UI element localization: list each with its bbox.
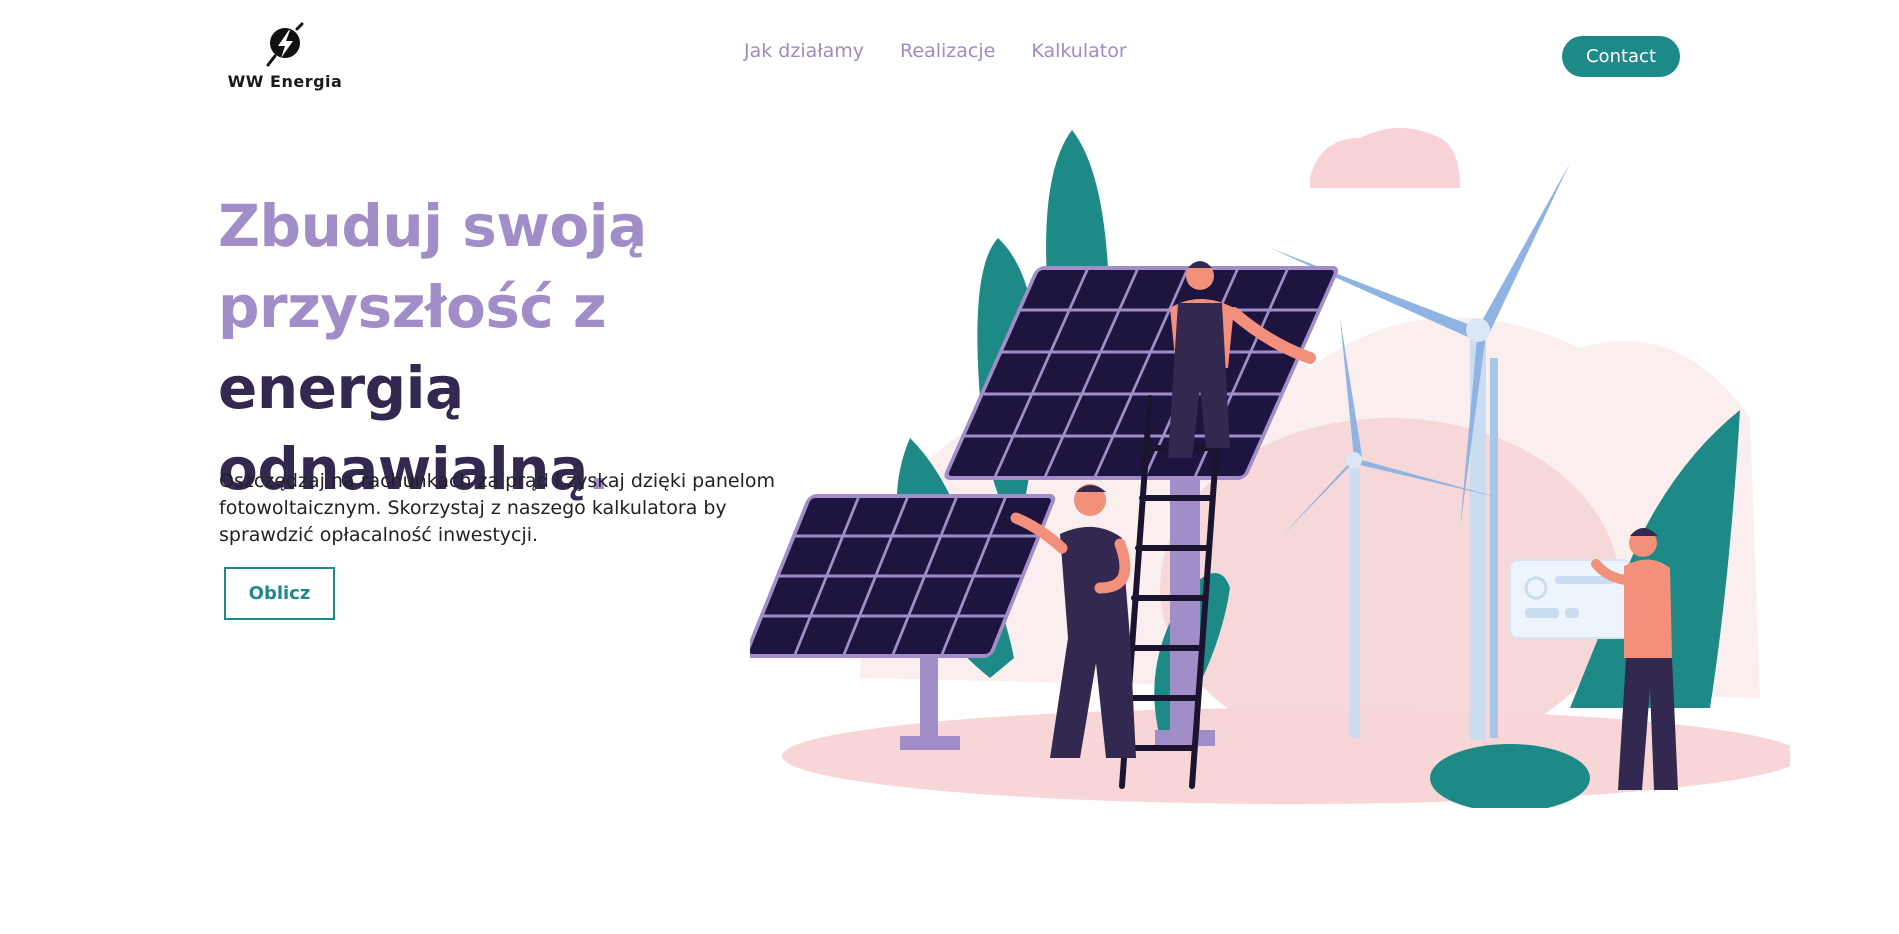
lightning-bolt-icon: [266, 22, 304, 67]
hero-description: Oszczędzaj na rachunkach za prąd i zyska…: [219, 470, 776, 546]
logo[interactable]: WW Energia: [220, 18, 350, 96]
calculate-button[interactable]: Oblicz: [224, 567, 335, 620]
nav-link-kalkulator[interactable]: Kalkulator: [1031, 40, 1126, 62]
nav-link-realizacje[interactable]: Realizacje: [900, 40, 995, 62]
hero-illustration: [750, 128, 1790, 808]
nav-link-jak-dzialamy[interactable]: Jak działamy: [744, 40, 864, 62]
logo-text: WW Energia: [227, 72, 343, 91]
main-nav: Jak działamy Realizacje Kalkulator: [744, 40, 1127, 62]
hero-title-highlight: Zbuduj swoją przyszłość z: [218, 192, 647, 341]
contact-button[interactable]: Contact: [1562, 36, 1680, 77]
